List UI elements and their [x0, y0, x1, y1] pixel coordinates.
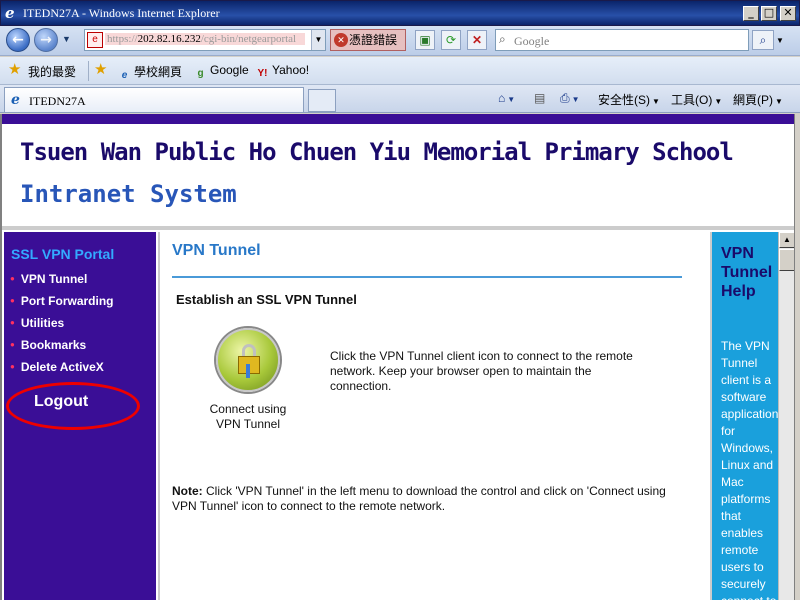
search-provider-icon: ⌕: [499, 32, 506, 46]
safety-menu[interactable]: 安全性(S) ▼: [598, 91, 660, 108]
compatibility-view-icon[interactable]: ▣: [415, 30, 435, 50]
window-titlebar: e ITEDN27A - Windows Internet Explorer _…: [0, 0, 800, 26]
sidebar-item-bookmarks[interactable]: ● Bookmarks: [10, 338, 86, 352]
window-title: ITEDN27A - Windows Internet Explorer: [23, 6, 220, 20]
forward-button[interactable]: →: [34, 28, 58, 52]
scroll-thumb[interactable]: [779, 249, 794, 271]
bullet-icon: ●: [10, 362, 15, 371]
tab-title: ITEDN27A: [29, 94, 86, 108]
connect-vpn-caption[interactable]: Connect using VPN Tunnel: [198, 402, 298, 432]
favorite-link-school[interactable]: e 學校網頁: [118, 63, 182, 82]
add-favorite-icon[interactable]: ★: [94, 60, 107, 78]
page-menu[interactable]: 網頁(P) ▼: [733, 91, 783, 108]
certificate-error-button[interactable]: ✕ 憑證錯誤: [330, 29, 406, 51]
new-tab-button[interactable]: [308, 89, 336, 112]
print-icon[interactable]: ⎙ ▼: [560, 91, 580, 106]
separator: [88, 61, 89, 81]
search-input[interactable]: ⌕ Google: [495, 29, 749, 51]
tools-menu[interactable]: 工具(O) ▼: [671, 91, 722, 108]
search-options-dropdown-icon[interactable]: ▼: [776, 36, 784, 45]
shield-error-icon: ✕: [334, 33, 348, 47]
tab-bar: e ITEDN27A ⌂ ▼ ▤ ⎙ ▼ 安全性(S) ▼ 工具(O) ▼ 網頁(P) ▼: [0, 85, 800, 113]
ie-page-icon: e: [121, 70, 128, 81]
feeds-icon[interactable]: ▤: [534, 91, 545, 105]
maximize-button[interactable]: □: [761, 6, 777, 21]
window-scrollbar-edge[interactable]: [794, 114, 800, 600]
close-button[interactable]: ✕: [780, 6, 796, 21]
home-icon[interactable]: ⌂ ▼: [498, 91, 515, 105]
favorite-link-google[interactable]: g Google: [194, 63, 248, 80]
sidebar-item-delete-activex[interactable]: ● Delete ActiveX: [10, 360, 104, 374]
sidebar-item-vpn-tunnel[interactable]: ● VPN Tunnel: [10, 272, 87, 286]
vpn-tunnel-lock-icon[interactable]: [216, 328, 280, 392]
ie-logo-icon: e: [5, 4, 15, 22]
certificate-error-label: 憑證錯誤: [349, 33, 398, 47]
help-text: The VPN Tunnel client is a software appl…: [721, 339, 778, 600]
address-url[interactable]: https://202.82.16.232/cgi-bin/netgearpor…: [105, 33, 305, 45]
content-subtitle: Establish an SSL VPN Tunnel: [176, 292, 357, 307]
system-name: Intranet System: [20, 180, 237, 208]
scroll-up-icon[interactable]: ▲: [779, 232, 794, 248]
address-bar[interactable]: e https://202.82.16.232/cgi-bin/netgearp…: [84, 29, 326, 51]
search-icon[interactable]: ⌕: [752, 30, 774, 50]
title-divider: [172, 276, 682, 278]
portal-sidebar: SSL VPN Portal ● VPN Tunnel ● Port Forward…: [4, 232, 156, 600]
stop-icon[interactable]: ✕: [467, 30, 487, 50]
url-host: 202.82.16.232: [137, 33, 201, 45]
minimize-button[interactable]: _: [743, 6, 759, 21]
content-panel: VPN Tunnel Establish an SSL VPN Tunnel C…: [158, 232, 708, 600]
logout-link[interactable]: Logout: [34, 393, 88, 411]
help-panel: VPN Tunnel Help The VPN Tunnel client is…: [710, 232, 778, 600]
favorites-bar: ★ 我的最愛 ★ e 學校網頁 g Google Y! Yahoo!: [0, 57, 800, 85]
back-button[interactable]: ←: [6, 28, 30, 52]
bullet-icon: ●: [10, 318, 15, 327]
bullet-icon: ●: [10, 340, 15, 349]
sidebar-item-port-forwarding[interactable]: ● Port Forwarding: [10, 294, 114, 308]
favorite-link-yahoo[interactable]: Y! Yahoo!: [256, 63, 310, 80]
sidebar-item-utilities[interactable]: ● Utilities: [10, 316, 64, 330]
ie-page-icon: e: [11, 92, 20, 108]
note-label: Note:: [172, 484, 203, 498]
page-icon: e: [87, 32, 103, 48]
google-icon: g: [197, 68, 204, 79]
search-placeholder: Google: [514, 34, 550, 48]
favorites-star-icon[interactable]: ★: [8, 60, 21, 78]
note-text: Note: Click 'VPN Tunnel' in the left men…: [172, 484, 666, 513]
help-title: VPN Tunnel Help: [721, 245, 773, 300]
navigation-bar: ← → ▼ e https://202.82.16.232/cgi-bin/ne…: [0, 26, 800, 56]
bullet-icon: ●: [10, 274, 15, 283]
refresh-icon[interactable]: ⟳: [441, 30, 461, 50]
plug-icon: [246, 364, 250, 378]
yahoo-icon: Y!: [257, 68, 268, 79]
content-title: VPN Tunnel: [172, 242, 261, 259]
portal-title: SSL VPN Portal: [11, 246, 115, 262]
history-dropdown-icon[interactable]: ▼: [62, 34, 71, 44]
address-dropdown-icon[interactable]: ▼: [311, 30, 325, 50]
header-stripe: [2, 114, 794, 124]
bullet-icon: ●: [10, 296, 15, 305]
school-name: Tsuen Wan Public Ho Chuen Yiu Memorial P…: [20, 138, 734, 166]
tab-itedn27a[interactable]: e ITEDN27A: [4, 87, 304, 112]
connect-description: Click the VPN Tunnel client icon to conn…: [330, 349, 633, 393]
school-banner: Tsuen Wan Public Ho Chuen Yiu Memorial P…: [2, 124, 794, 230]
help-scrollbar[interactable]: ▲: [778, 232, 794, 600]
web-page: Tsuen Wan Public Ho Chuen Yiu Memorial P…: [0, 114, 794, 600]
favorites-button[interactable]: 我的最愛: [28, 63, 76, 80]
